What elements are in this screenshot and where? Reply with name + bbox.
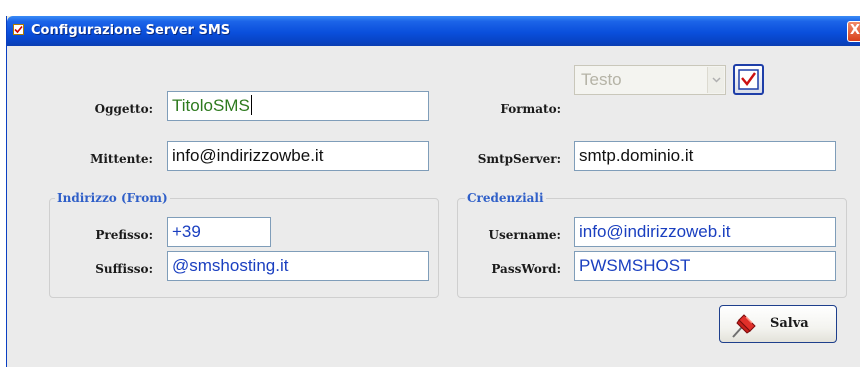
mittente-input[interactable]: info@indirizzowbe.it: [167, 141, 429, 171]
credenziali-group-title: Credenziali: [465, 191, 546, 205]
client-area: Oggetto: TitoloSMS Formato: Testo Mitten…: [7, 46, 860, 367]
smtp-server-input[interactable]: smtp.dominio.it: [574, 141, 836, 171]
formato-select[interactable]: Testo: [574, 65, 726, 95]
checkbox-checked-icon: [738, 69, 759, 90]
suffisso-label: Suffisso:: [95, 262, 153, 276]
save-button[interactable]: Salva: [719, 305, 837, 343]
username-input[interactable]: info@indirizzoweb.it: [574, 217, 836, 247]
smtp-server-label: SmtpServer:: [477, 152, 561, 166]
window-title: Configurazione Server SMS: [31, 23, 231, 38]
formato-value: Testo: [581, 70, 622, 89]
password-input[interactable]: PWSMSHOST: [574, 251, 836, 281]
formato-checkbox[interactable]: [733, 64, 764, 95]
top-strip: [0, 0, 860, 16]
formato-label: Formato:: [500, 102, 561, 116]
username-label: Username:: [488, 228, 561, 242]
text-caret: [250, 95, 252, 115]
prefisso-input[interactable]: +39: [167, 217, 271, 247]
indirizzo-group-title: Indirizzo (From): [55, 191, 170, 205]
title-bar[interactable]: Configurazione Server SMS X: [7, 16, 860, 46]
pushpin-icon: [732, 314, 756, 338]
chevron-down-icon[interactable]: [707, 67, 724, 93]
oggetto-value: TitoloSMS: [172, 96, 250, 115]
suffisso-input[interactable]: @smshosting.it: [167, 251, 429, 281]
close-button[interactable]: X: [847, 21, 860, 42]
oggetto-label: Oggetto:: [94, 102, 153, 116]
checkbox-icon: [13, 24, 24, 35]
indirizzo-group: [49, 198, 439, 298]
credenziali-group: [457, 198, 847, 298]
dialog-window: Configurazione Server SMS X Oggetto: Tit…: [6, 16, 860, 367]
prefisso-label: Prefisso:: [95, 228, 153, 242]
password-label: PassWord:: [491, 262, 561, 276]
oggetto-input[interactable]: TitoloSMS: [167, 91, 429, 121]
mittente-label: Mittente:: [90, 152, 153, 166]
save-button-label: Salva: [770, 316, 809, 331]
